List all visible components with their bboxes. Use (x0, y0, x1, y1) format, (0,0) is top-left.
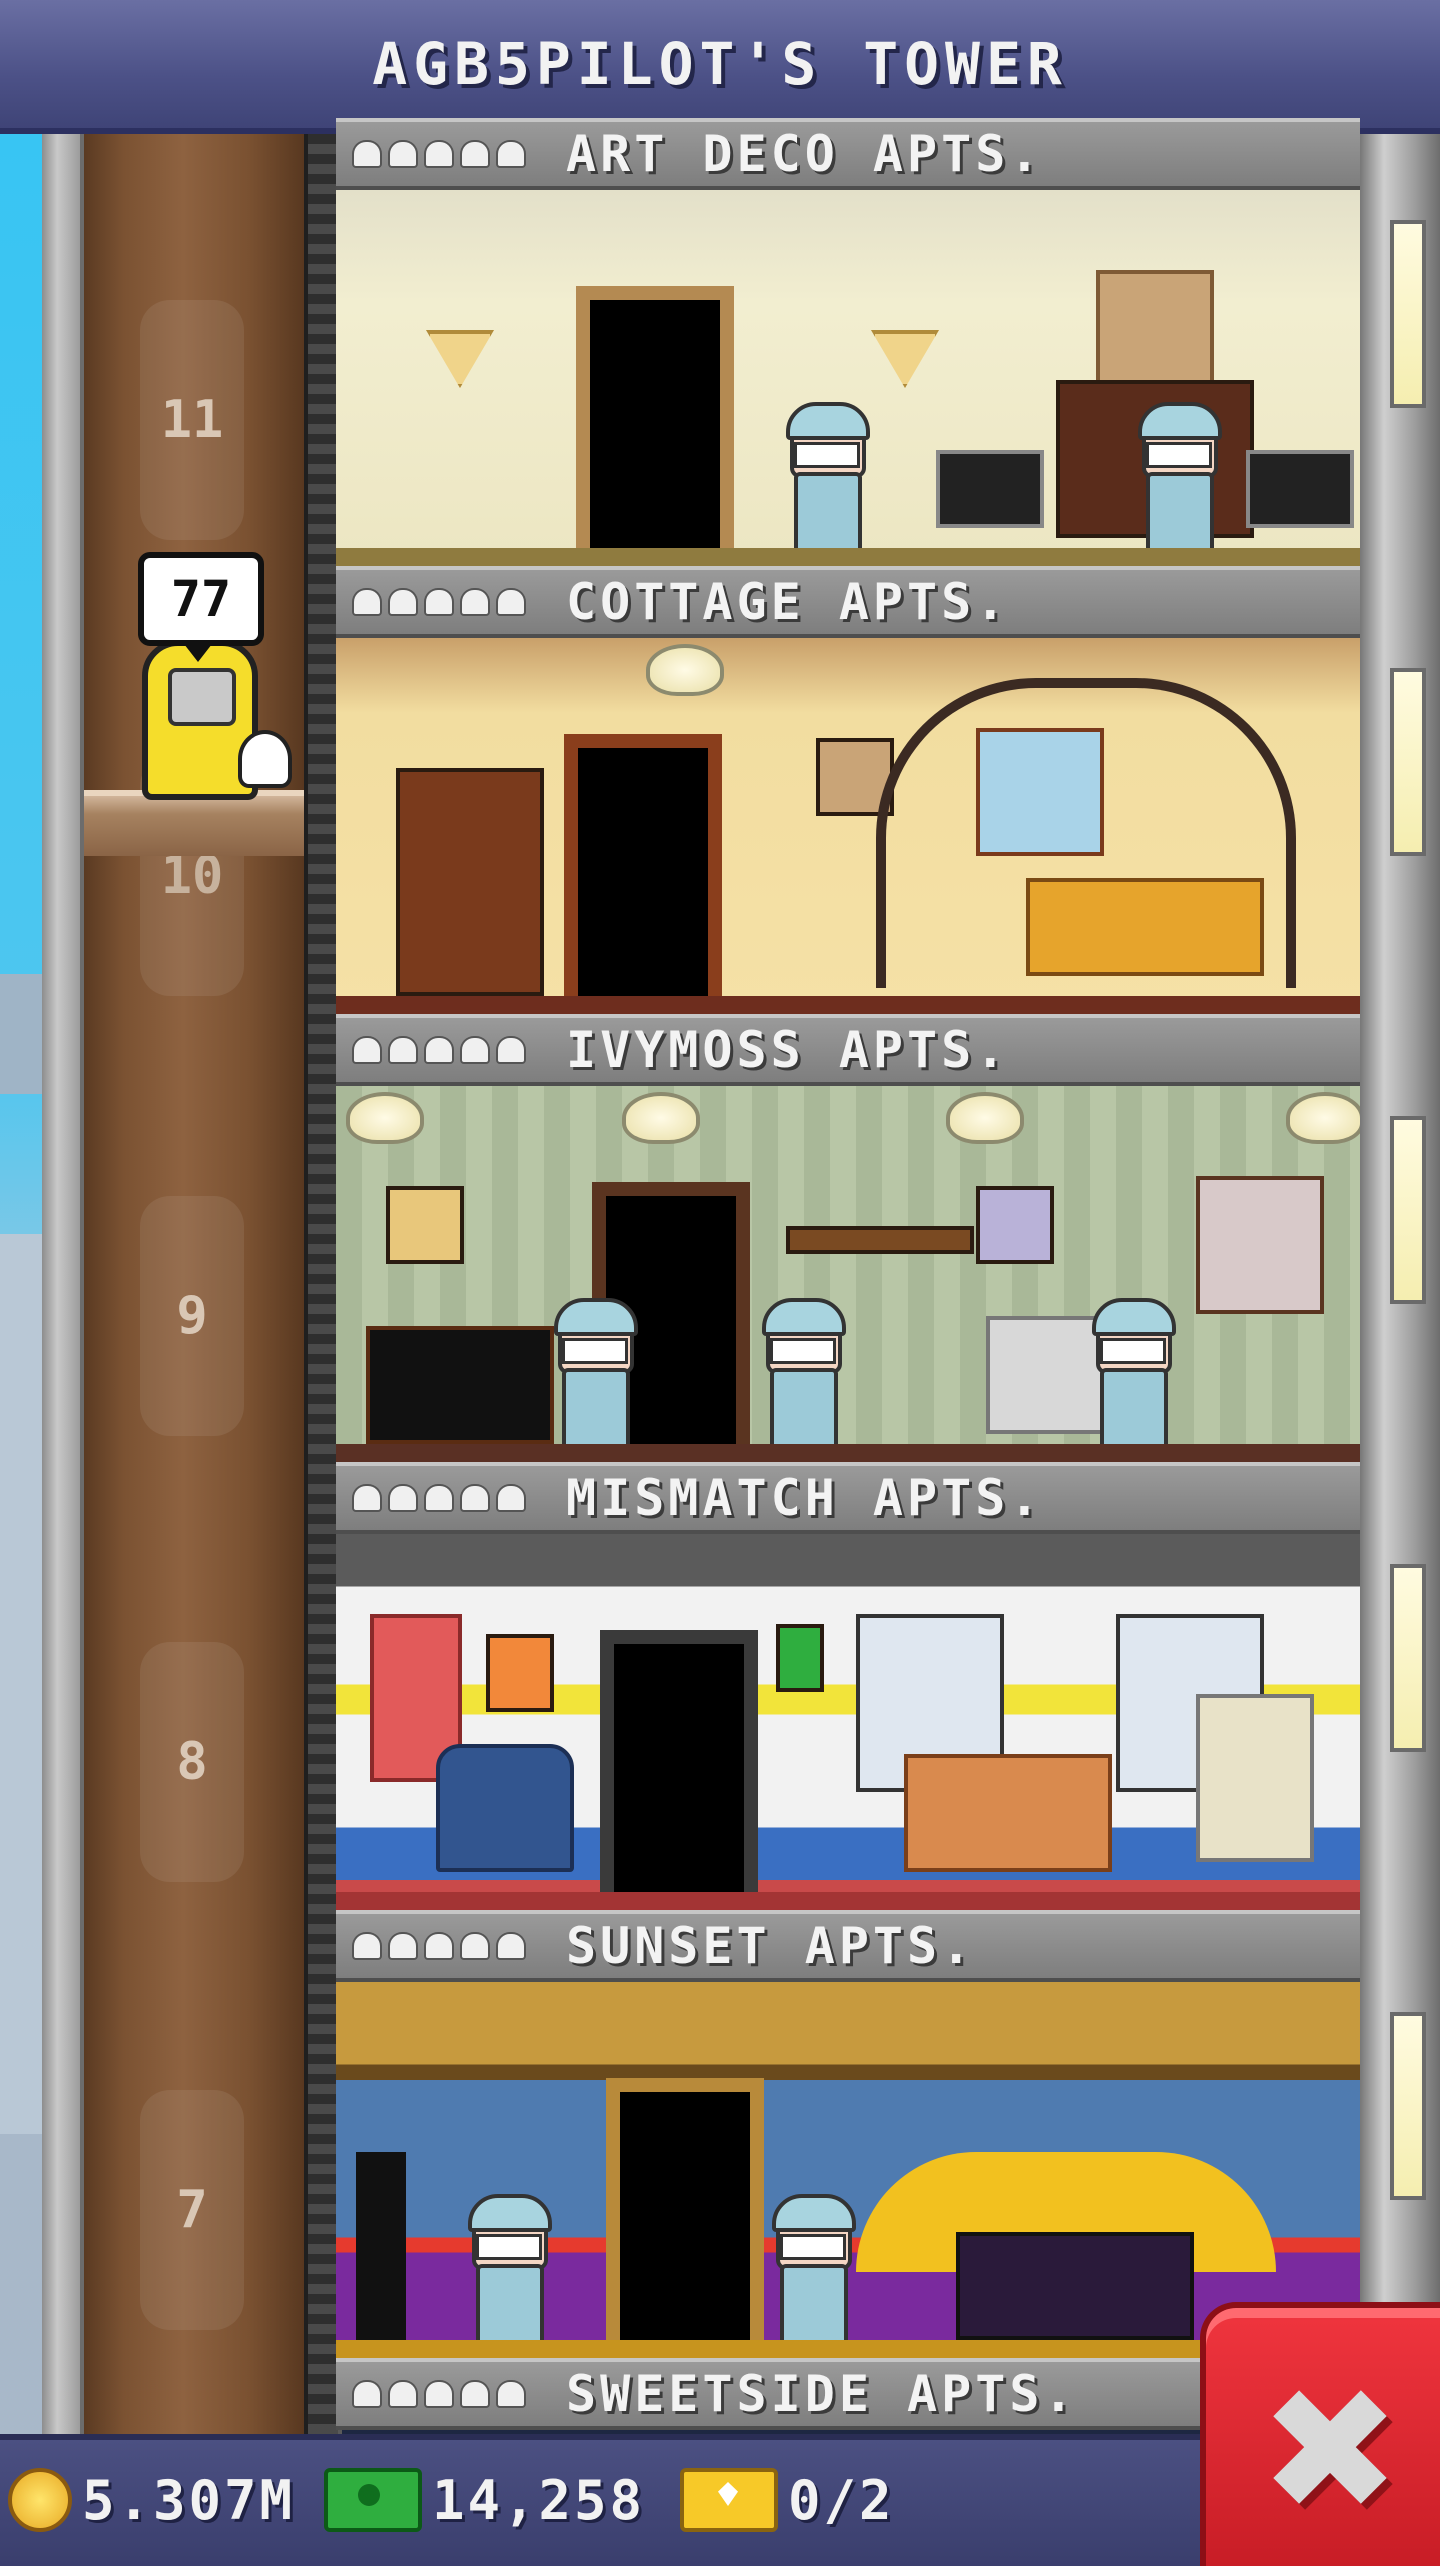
ceiling-lamp-icon (646, 644, 724, 696)
room-sunset[interactable] (336, 1982, 1360, 2358)
floor-name: IVYMOSS APTS. (566, 1021, 1010, 1079)
bookshelf-icon (396, 768, 544, 996)
sofa-icon (956, 2232, 1194, 2340)
floor-art-deco[interactable]: ART DECO APTS. (336, 118, 1360, 566)
speaker-icon (1246, 450, 1354, 528)
wall-sconce-icon (426, 330, 494, 388)
population-icons (354, 1486, 524, 1510)
ceiling-lamp-icon (946, 1092, 1024, 1144)
coins-value: 5.307M (82, 2468, 296, 2532)
room-mismatch[interactable] (336, 1534, 1360, 1910)
window-light (1390, 2012, 1426, 2200)
ceiling-lamp-icon (622, 1092, 700, 1144)
floor-label: ART DECO APTS. (336, 118, 1360, 190)
bux-icon (324, 2468, 422, 2532)
ticket-icon (680, 2468, 778, 2532)
population-icons (354, 590, 524, 614)
tenant-avatar[interactable] (760, 1298, 846, 1452)
tickets-value: 0/2 (788, 2468, 895, 2532)
room-floor (336, 1892, 1360, 1910)
population-icons (354, 142, 524, 166)
tickets-counter[interactable]: 0/2 (680, 2468, 895, 2532)
ceiling-lamp-icon (346, 1092, 424, 1144)
tower-title: AGB5PILOT'S TOWER (372, 30, 1068, 98)
ivy-arch-icon (876, 678, 1296, 988)
armchair-icon (986, 1316, 1104, 1434)
floor-number: 9 (140, 1196, 244, 1436)
tenant-avatar[interactable] (784, 402, 870, 556)
room-floor (336, 996, 1360, 1014)
apartment-door[interactable] (576, 286, 734, 550)
floor-name: MISMATCH APTS. (566, 1469, 1044, 1527)
floor-name: COTTAGE APTS. (566, 573, 1010, 631)
floor-sunset[interactable]: SUNSET APTS. (336, 1910, 1360, 2358)
floor-name: SUNSET APTS. (566, 1917, 976, 1975)
floor-number: 11 (140, 300, 244, 540)
bux-value: 14,258 (432, 2468, 646, 2532)
window-icon (1196, 1176, 1324, 1314)
shelf-icon (786, 1226, 974, 1254)
coins-counter[interactable]: 5.307M (8, 2468, 295, 2532)
floor-label: IVYMOSS APTS. (336, 1014, 1360, 1086)
floor-number: 7 (140, 2090, 244, 2330)
room-art-deco[interactable] (336, 190, 1360, 566)
chicken-pet-icon (238, 730, 292, 788)
sky-background (0, 134, 42, 2434)
floor-cottage[interactable]: COTTAGE APTS. (336, 566, 1360, 1014)
apartment-door[interactable] (606, 2078, 764, 2342)
sofa-icon (904, 1754, 1112, 1872)
tower-title-bar: AGB5PILOT'S TOWER (0, 0, 1440, 134)
tenant-avatar[interactable] (1136, 402, 1222, 556)
population-icons (354, 1038, 524, 1062)
painting-icon (1096, 270, 1214, 388)
room-ivymoss[interactable] (336, 1086, 1360, 1462)
painting-icon (386, 1186, 464, 1264)
population-icons (354, 2382, 524, 2406)
window-light (1390, 1564, 1426, 1752)
floor-label: MISMATCH APTS. (336, 1462, 1360, 1534)
floor-mismatch[interactable]: MISMATCH APTS. (336, 1462, 1360, 1910)
window-light (1390, 1116, 1426, 1304)
tower-left-wall (42, 134, 84, 2434)
floor-name: ART DECO APTS. (566, 125, 1044, 183)
close-icon: ✖ (1258, 2352, 1402, 2550)
painting-icon (486, 1634, 554, 1712)
population-icons (354, 1934, 524, 1958)
painting-icon (976, 1186, 1054, 1264)
floor-label: SUNSET APTS. (336, 1910, 1360, 1982)
floor-name: SWEETSIDE APTS. (566, 2365, 1078, 2423)
coin-icon (8, 2468, 72, 2532)
bux-counter[interactable]: 14,258 (324, 2468, 645, 2532)
wall-sconce-icon (871, 330, 939, 388)
apartment-door[interactable] (564, 734, 722, 998)
poster-icon (776, 1624, 824, 1692)
room-cottage[interactable] (336, 638, 1360, 1014)
floor-label: COTTAGE APTS. (336, 566, 1360, 638)
apartment-door[interactable] (600, 1630, 758, 1894)
window-light (1390, 668, 1426, 856)
speaker-icon (936, 450, 1044, 528)
room-floor (336, 548, 1360, 566)
tenant-avatar[interactable] (770, 2194, 856, 2348)
floor-ivymoss[interactable]: IVYMOSS APTS. (336, 1014, 1360, 1462)
tenant-avatar[interactable] (1090, 1298, 1176, 1452)
destination-bubble[interactable]: 77 (138, 552, 264, 662)
retro-computer-icon (1196, 1694, 1314, 1862)
armchair-icon (436, 1744, 574, 1872)
floor-number: 8 (140, 1642, 244, 1882)
room-floor (336, 1444, 1360, 1462)
tenant-avatar[interactable] (466, 2194, 552, 2348)
tenant-avatar[interactable] (552, 1298, 638, 1452)
close-button[interactable]: ✖ (1200, 2302, 1440, 2566)
television-icon (366, 1326, 554, 1444)
ceiling-lamp-icon (1286, 1092, 1360, 1144)
street-lamp-icon (356, 2152, 406, 2352)
window-light (1390, 220, 1426, 408)
